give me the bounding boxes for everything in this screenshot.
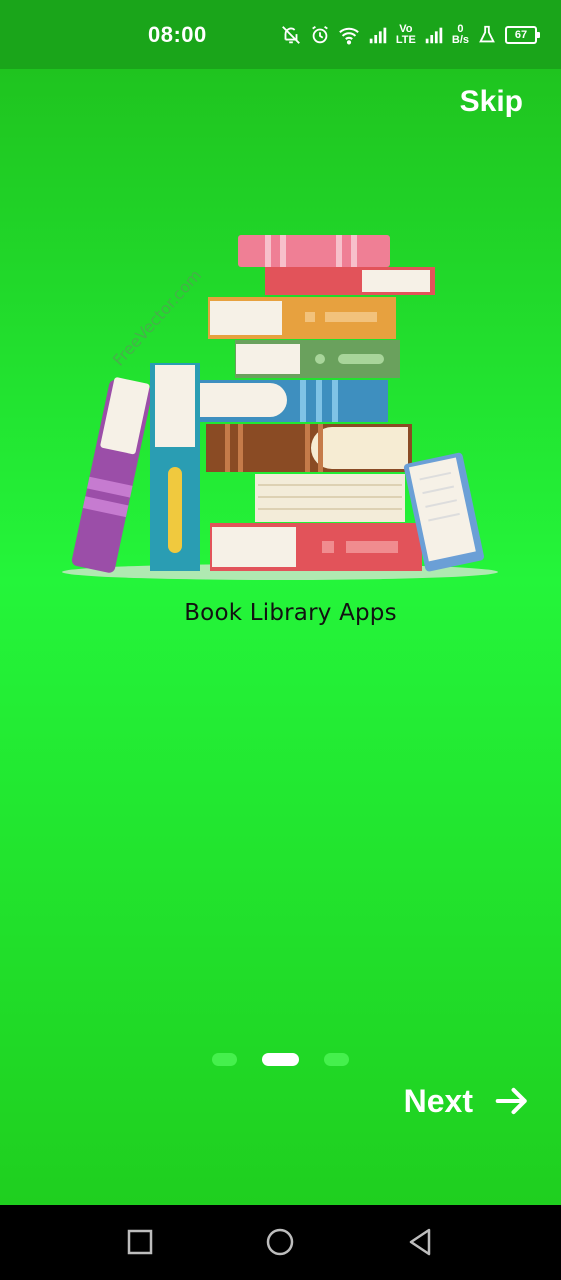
- alarm-icon: [309, 24, 331, 46]
- status-time: 08:00: [148, 22, 207, 47]
- battery-icon: 67: [505, 26, 540, 44]
- network-type-bottom: LTE: [395, 34, 416, 46]
- onboarding-screen: Skip FreeVector.com Book Library Apps Ne…: [0, 69, 561, 1205]
- next-button[interactable]: Next: [404, 1082, 531, 1120]
- status-bar: 08:00 Vo LTE 0 B/s 67: [0, 0, 561, 69]
- wifi-icon: [338, 24, 360, 46]
- signal-icon: [367, 24, 389, 46]
- back-button[interactable]: [405, 1227, 435, 1257]
- arrow-right-icon: [493, 1082, 531, 1120]
- page-dot-2-active[interactable]: [262, 1053, 299, 1066]
- notifications-off-icon: [280, 24, 302, 46]
- network-type: Vo LTE: [396, 24, 416, 46]
- page-dot-1[interactable]: [212, 1053, 237, 1066]
- watermark-text: FreeVector.com: [109, 266, 205, 370]
- illustration-caption: Book Library Apps: [184, 600, 397, 626]
- skip-button[interactable]: Skip: [460, 85, 523, 119]
- system-nav-bar: [0, 1205, 561, 1280]
- lab-icon: [476, 24, 498, 46]
- speed-unit: B/s: [451, 34, 469, 46]
- recents-button[interactable]: [125, 1227, 155, 1257]
- book-stack-illustration: FreeVector.com: [62, 235, 498, 580]
- home-button[interactable]: [265, 1227, 295, 1257]
- page-dot-3[interactable]: [324, 1053, 349, 1066]
- network-speed: 0 B/s: [452, 24, 469, 46]
- status-icons: Vo LTE 0 B/s 67: [280, 20, 540, 50]
- lte-signal-icon: [423, 24, 445, 46]
- next-label: Next: [403, 1082, 473, 1119]
- page-indicator: [0, 1053, 561, 1069]
